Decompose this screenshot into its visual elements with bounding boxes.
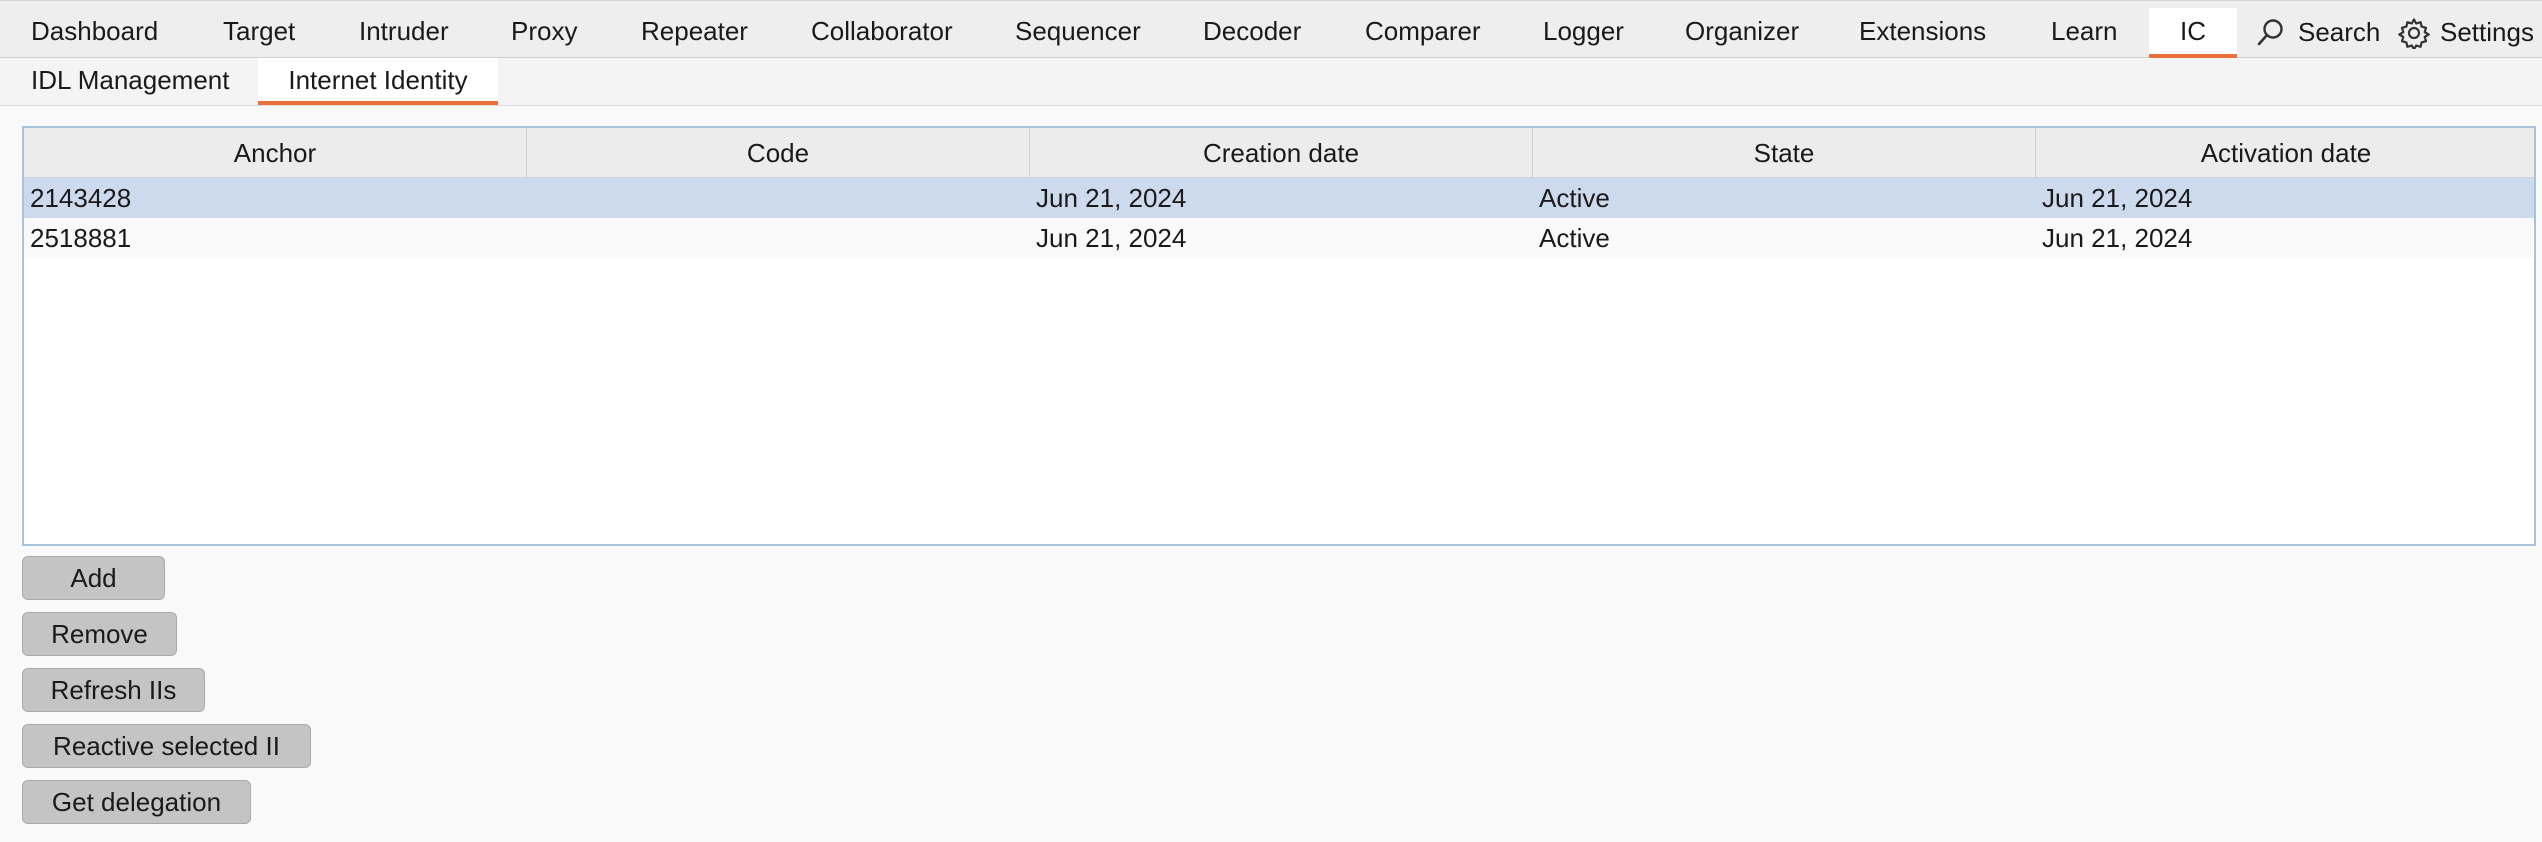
tab-organizer[interactable]: Organizer xyxy=(1685,8,1799,58)
table-header: Anchor Code Creation date State Activati… xyxy=(24,128,2534,178)
tab-decoder[interactable]: Decoder xyxy=(1203,8,1301,58)
tab-logger[interactable]: Logger xyxy=(1543,8,1624,58)
identity-table[interactable]: Anchor Code Creation date State Activati… xyxy=(22,126,2536,546)
settings-button[interactable]: Settings xyxy=(2398,12,2542,52)
tab-collaborator[interactable]: Collaborator xyxy=(811,8,953,58)
cell-state: Active xyxy=(1539,183,1610,213)
column-header-activation-date[interactable]: Activation date xyxy=(2036,128,2536,178)
search-button[interactable]: Search xyxy=(2256,12,2382,52)
cell-activation-date: Jun 21, 2024 xyxy=(2042,183,2193,213)
tab-ic[interactable]: IC xyxy=(2149,8,2237,58)
add-button[interactable]: Add xyxy=(22,556,165,600)
tab-sequencer[interactable]: Sequencer xyxy=(1015,8,1141,58)
tab-proxy[interactable]: Proxy xyxy=(511,8,577,58)
cell-code xyxy=(527,218,533,258)
remove-button[interactable]: Remove xyxy=(22,612,177,656)
column-header-creation-date[interactable]: Creation date xyxy=(1030,128,1533,178)
column-header-anchor[interactable]: Anchor xyxy=(24,128,527,178)
cell-activation-date: Jun 21, 2024 xyxy=(2042,223,2193,253)
tab-extensions[interactable]: Extensions xyxy=(1859,8,1986,58)
search-label: Search xyxy=(2298,17,2381,47)
table-row[interactable]: 2143428 Jun 21, 2024 Active Jun 21, 2024 xyxy=(24,178,2534,218)
cell-anchor: 2143428 xyxy=(30,183,132,213)
tab-target[interactable]: Target xyxy=(223,8,295,58)
tab-dashboard[interactable]: Dashboard xyxy=(31,8,158,58)
table-row[interactable]: 2518881 Jun 21, 2024 Active Jun 21, 2024 xyxy=(24,218,2534,258)
cell-creation-date: Jun 21, 2024 xyxy=(1036,183,1187,213)
search-icon xyxy=(2257,19,2283,46)
column-header-state[interactable]: State xyxy=(1533,128,2036,178)
refresh-iis-button[interactable]: Refresh IIs xyxy=(22,668,205,712)
cell-state: Active xyxy=(1539,223,1610,253)
settings-label: Settings xyxy=(2440,17,2534,47)
tab-intruder[interactable]: Intruder xyxy=(359,8,449,58)
get-delegation-button[interactable]: Get delegation xyxy=(22,780,251,824)
tab-internet-identity[interactable]: Internet Identity xyxy=(258,58,498,105)
sub-tab-bar: IDL Management Internet Identity xyxy=(0,58,2542,106)
gear-icon xyxy=(2398,18,2430,49)
tab-idl-management[interactable]: IDL Management xyxy=(31,58,229,105)
main-tab-bar: Dashboard Target Intruder Proxy Repeater… xyxy=(0,0,2542,58)
tab-repeater[interactable]: Repeater xyxy=(641,8,748,58)
cell-anchor: 2518881 xyxy=(30,223,132,253)
reactivate-selected-button[interactable]: Reactive selected II xyxy=(22,724,311,768)
cell-code xyxy=(527,178,533,218)
tab-learn[interactable]: Learn xyxy=(2051,8,2118,58)
column-header-code[interactable]: Code xyxy=(527,128,1030,178)
cell-creation-date: Jun 21, 2024 xyxy=(1036,223,1187,253)
tab-comparer[interactable]: Comparer xyxy=(1365,8,1481,58)
